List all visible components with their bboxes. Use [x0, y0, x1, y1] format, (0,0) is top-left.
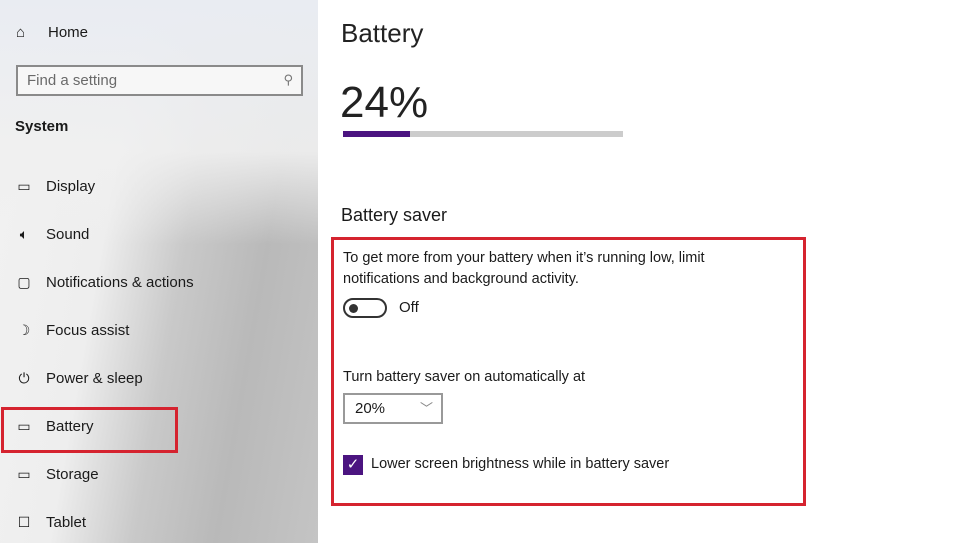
- section-title: System: [15, 118, 69, 135]
- sidebar-item-storage[interactable]: ▭ Storage: [14, 463, 99, 485]
- power-icon: ⏻: [18, 369, 30, 386]
- search-placeholder: Find a setting: [27, 72, 118, 89]
- home-link[interactable]: ⌂ Home: [16, 24, 88, 41]
- sidebar-item-label: Sound: [46, 225, 90, 243]
- home-icon: ⌂: [16, 24, 26, 41]
- sidebar-item-label: Notifications & actions: [46, 273, 194, 291]
- checkmark-icon: ✓: [346, 456, 360, 473]
- tablet-icon: ☐: [17, 513, 31, 530]
- toggle-knob: [349, 304, 358, 313]
- monitor-icon: ▭: [17, 177, 31, 194]
- battery-level-fill: [343, 131, 411, 137]
- sidebar-item-tablet[interactable]: ☐ Tablet: [14, 511, 86, 533]
- sidebar-item-label: Display: [46, 177, 96, 195]
- sidebar-item-display[interactable]: ▭ Display: [14, 175, 95, 197]
- toggle-state-label: Off: [399, 299, 419, 316]
- dropdown-value: 20%: [355, 400, 386, 417]
- battery-level-bar: [343, 131, 623, 137]
- page-title: Battery: [341, 18, 424, 48]
- storage-icon: ▭: [17, 465, 31, 482]
- sidebar-item-power-sleep[interactable]: ⏻ Power & sleep: [14, 367, 143, 389]
- sidebar-item-focus-assist[interactable]: ☽ Focus assist: [14, 319, 130, 341]
- search-input[interactable]: Find a setting ⚲: [16, 65, 303, 96]
- moon-icon: ☽: [17, 321, 31, 338]
- sidebar-item-label: Tablet: [46, 513, 87, 531]
- battery-saver-description: To get more from your battery when it’s …: [343, 250, 705, 287]
- sidebar: ⌂ Home Find a setting ⚲ System ▭ Display …: [0, 0, 318, 543]
- auto-threshold-dropdown[interactable]: 20% ﹀: [343, 393, 443, 424]
- sidebar-item-label: Focus assist: [46, 321, 130, 339]
- battery-percentage: 24%: [340, 78, 429, 127]
- battery-highlight-box: [1, 407, 178, 453]
- sidebar-item-notifications[interactable]: ▢ Notifications & actions: [14, 271, 194, 293]
- message-icon: ▢: [17, 273, 31, 290]
- lower-brightness-label[interactable]: Lower screen brightness while in battery…: [371, 456, 669, 472]
- speaker-icon: 🔈︎: [19, 225, 29, 242]
- battery-saver-heading: Battery saver: [341, 205, 448, 225]
- sidebar-item-label: Power & sleep: [46, 369, 143, 387]
- auto-threshold-label: Turn battery saver on automatically at: [343, 369, 586, 385]
- chevron-down-icon: ﹀: [419, 401, 433, 416]
- battery-saver-toggle[interactable]: [343, 298, 387, 318]
- sidebar-item-label: Storage: [46, 465, 99, 483]
- home-label: Home: [48, 24, 89, 41]
- sidebar-item-sound[interactable]: 🔈︎ Sound: [14, 223, 90, 245]
- lower-brightness-checkbox[interactable]: ✓: [343, 455, 363, 475]
- search-icon[interactable]: ⚲: [283, 72, 293, 88]
